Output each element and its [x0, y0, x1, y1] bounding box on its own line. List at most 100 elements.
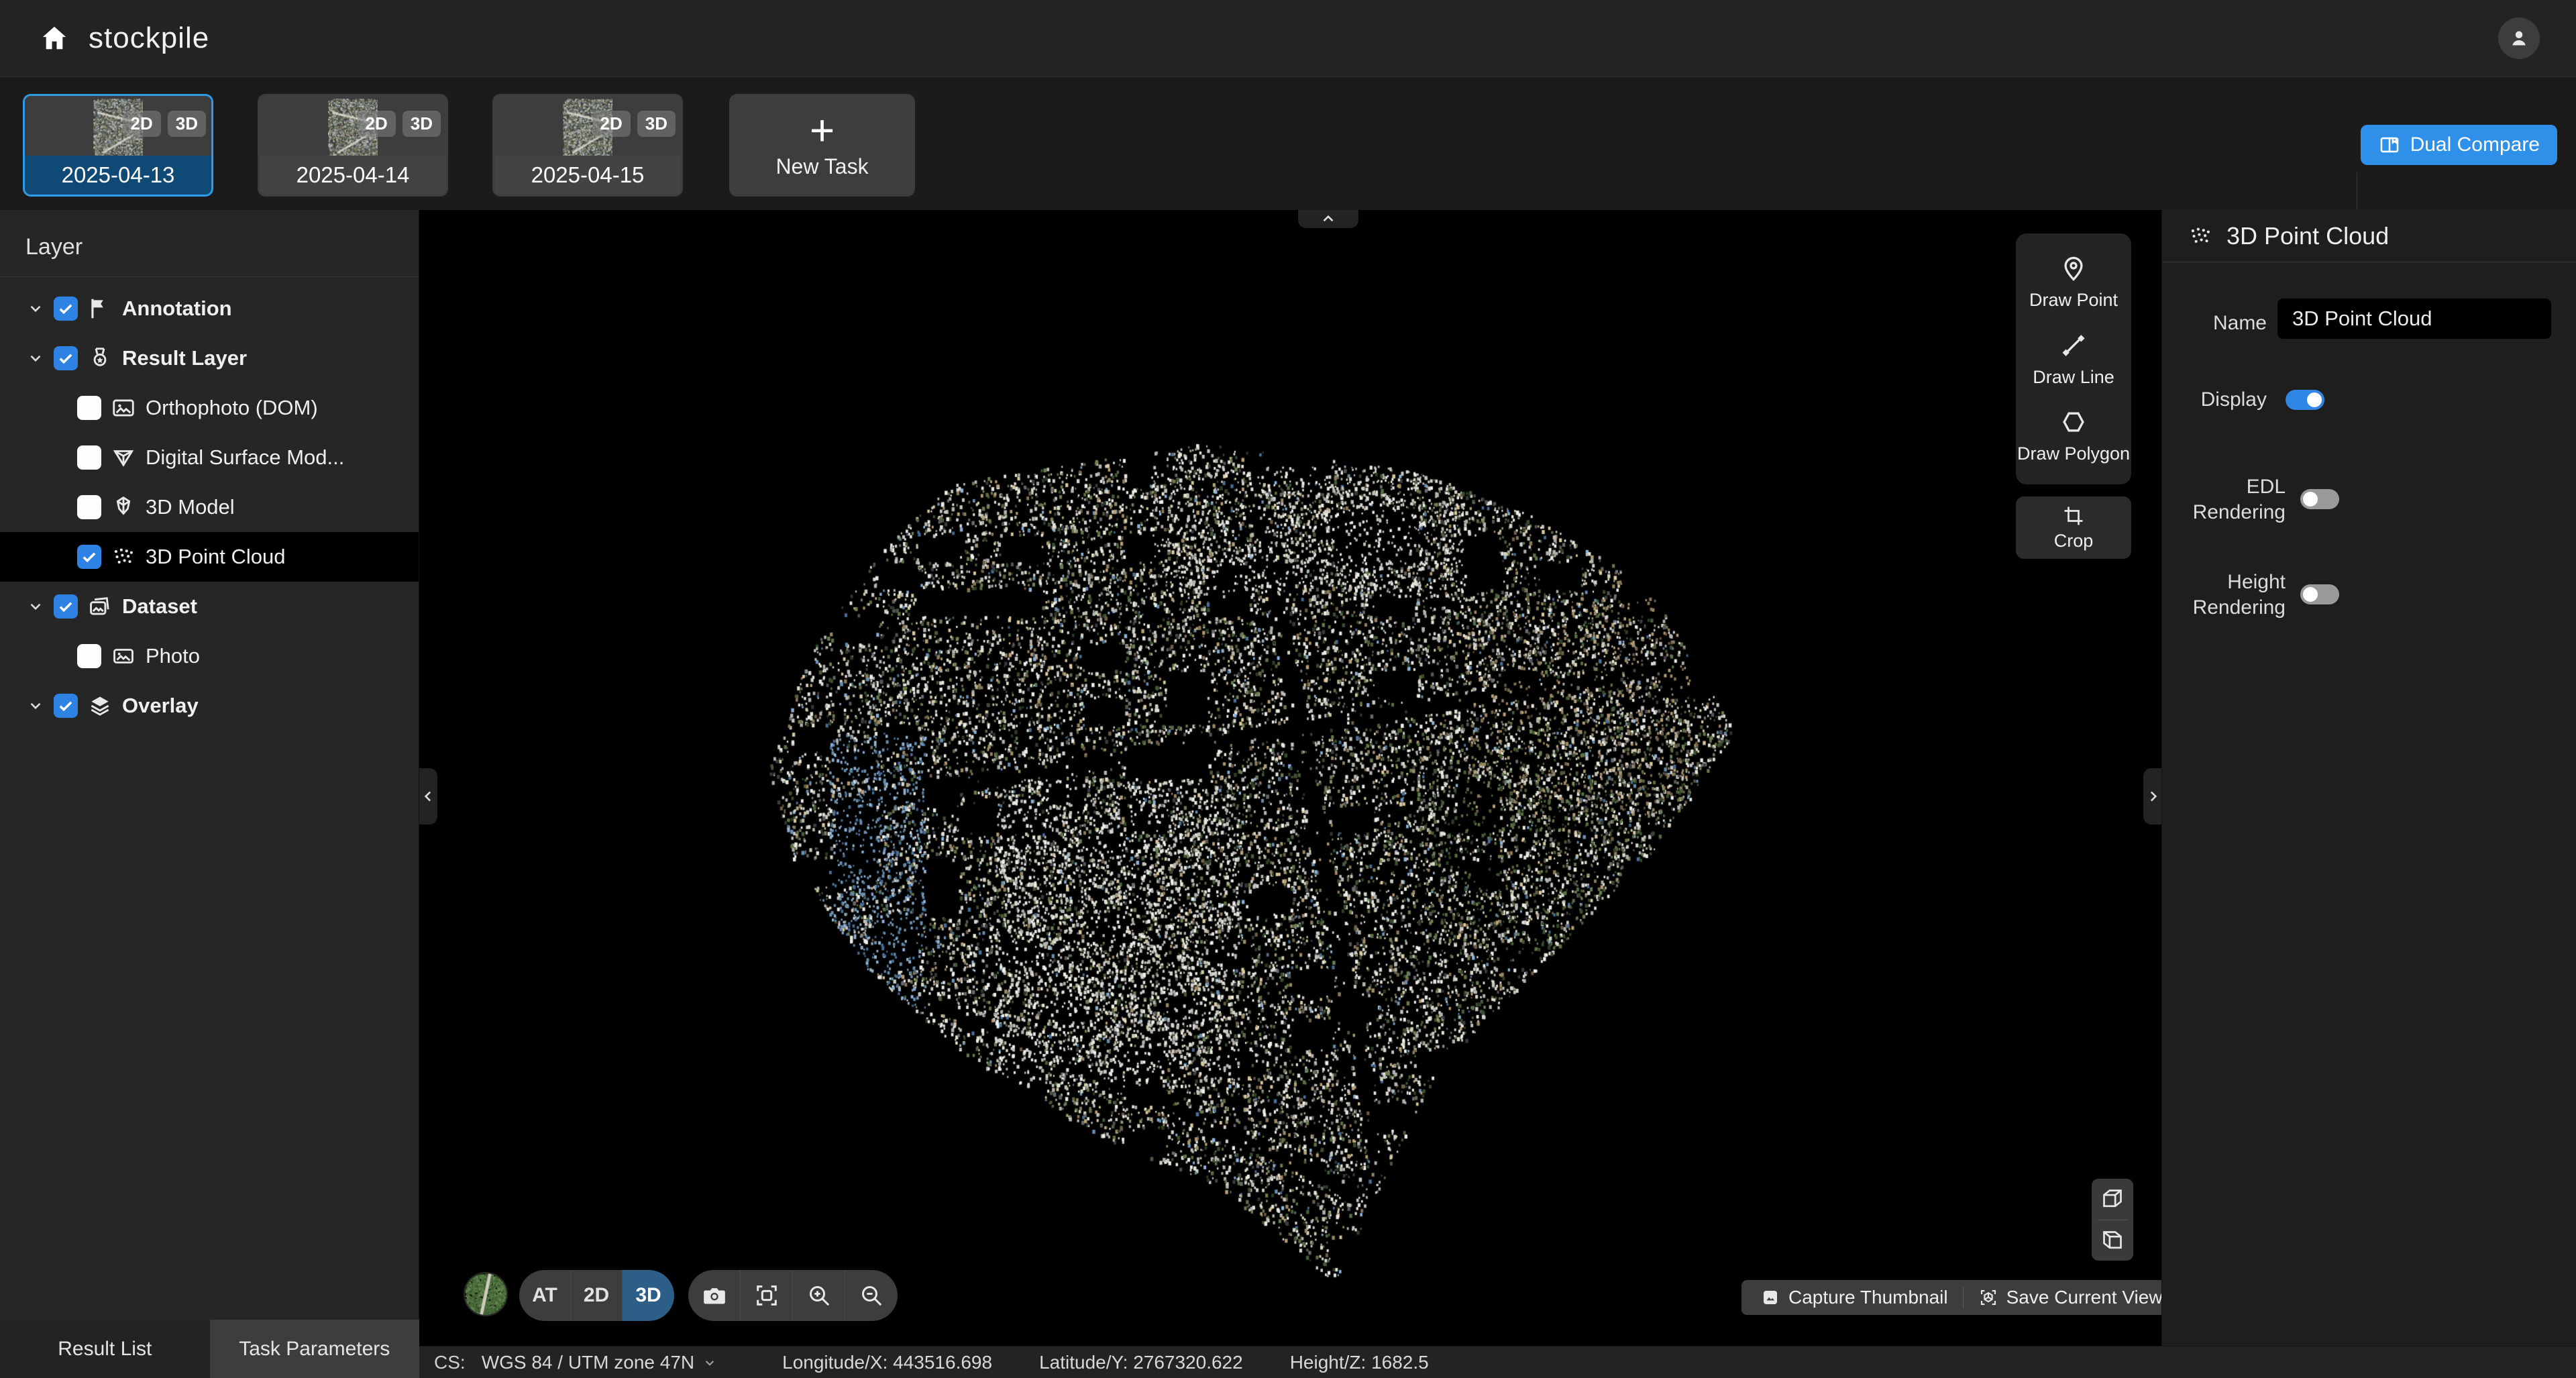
name-input[interactable]: [2277, 299, 2551, 339]
layer-checkbox[interactable]: [77, 396, 101, 420]
coordinate-system-select[interactable]: CS: WGS 84 / UTM zone 47N: [434, 1352, 718, 1373]
page-title: stockpile: [89, 21, 209, 55]
layer-checkbox[interactable]: [54, 297, 78, 321]
chevron-down-icon[interactable]: [27, 598, 44, 615]
point-cloud-icon: [2188, 223, 2213, 249]
pin-icon: [2059, 254, 2088, 283]
capture-thumbnail-button[interactable]: Capture Thumbnail: [1746, 1280, 1963, 1315]
layer-tree-item-result-layer[interactable]: Result Layer: [0, 333, 419, 383]
3d-badge[interactable]: 3D: [168, 111, 206, 137]
bottom-tabs: Result List Task Parameters: [0, 1320, 419, 1378]
dual-compare-label: Dual Compare: [2410, 134, 2540, 156]
layer-checkbox[interactable]: [54, 694, 78, 718]
display-toggle[interactable]: [2286, 390, 2324, 410]
layer-tree-item-dataset[interactable]: Dataset: [0, 582, 419, 631]
perspective-cube-icon[interactable]: [2099, 1185, 2126, 1212]
layer-checkbox[interactable]: [54, 594, 78, 619]
layer-label: Photo: [146, 644, 200, 668]
mode-2d-button[interactable]: 2D: [571, 1270, 623, 1321]
draw-tool-label: Draw Line: [2033, 367, 2114, 388]
layer-tree-item-annotation[interactable]: Annotation: [0, 284, 419, 333]
home-icon[interactable]: [39, 23, 70, 54]
layer-tree-item-3d-model[interactable]: 3D Model: [0, 482, 419, 532]
2d-badge[interactable]: 2D: [592, 111, 631, 137]
task-card[interactable]: 2D3D 2025-04-14: [258, 94, 448, 197]
tab-result-list[interactable]: Result List: [0, 1320, 210, 1378]
zoom-out-icon: [858, 1282, 885, 1309]
2d-badge[interactable]: 2D: [358, 111, 396, 137]
orthographic-cube-icon[interactable]: [2099, 1227, 2126, 1254]
task-date: 2025-04-15: [494, 156, 681, 195]
height-rendering-toggle[interactable]: [2300, 584, 2339, 604]
task-date: 2025-04-14: [260, 156, 446, 195]
draw-tools-panel: Draw Point Draw Line Draw Polygon: [2016, 233, 2131, 484]
3d-badge[interactable]: 3D: [637, 111, 676, 137]
task-card[interactable]: 2D3D 2025-04-15: [492, 94, 683, 197]
layer-label: Overlay: [122, 694, 199, 718]
dataset-icon: [87, 594, 113, 619]
task-bar: 2D3D2025-04-132D3D2025-04-142D3D2025-04-…: [0, 77, 2576, 210]
collapse-top-button[interactable]: [1298, 210, 1358, 228]
2d-badge[interactable]: 2D: [123, 111, 161, 137]
mode-at-button[interactable]: AT: [519, 1270, 571, 1321]
photo-icon: [111, 643, 136, 669]
draw-point-button[interactable]: Draw Point: [2029, 254, 2118, 311]
dual-compare-button[interactable]: Dual Compare: [2361, 125, 2557, 165]
view-cube-panel: [2092, 1179, 2133, 1261]
layer-checkbox[interactable]: [77, 495, 101, 519]
new-task-button[interactable]: + New Task: [729, 94, 915, 197]
view-mode-switch: AT2D3D: [519, 1270, 674, 1321]
draw-line-button[interactable]: Draw Line: [2033, 331, 2114, 388]
screenshot-button[interactable]: [688, 1270, 741, 1321]
layer-tree-item-orthophoto-dom[interactable]: Orthophoto (DOM): [0, 383, 419, 433]
chevron-down-icon[interactable]: [27, 350, 44, 367]
chevron-down-icon[interactable]: [27, 697, 44, 714]
mode-3d-button[interactable]: 3D: [623, 1270, 674, 1321]
fit-view-button[interactable]: [741, 1270, 793, 1321]
layer-tree-item-3d-point-cloud[interactable]: 3D Point Cloud: [0, 532, 419, 582]
task-date: 2025-04-13: [25, 156, 211, 195]
user-avatar[interactable]: [2498, 17, 2540, 59]
layer-checkbox[interactable]: [77, 445, 101, 470]
longitude-readout: Longitude/X: 443516.698: [782, 1352, 992, 1373]
edl-rendering-toggle[interactable]: [2300, 489, 2339, 509]
crop-button[interactable]: Crop: [2016, 496, 2131, 559]
medal-icon: [87, 346, 113, 371]
draw-tool-label: Draw Point: [2029, 290, 2118, 311]
tab-task-parameters[interactable]: Task Parameters: [210, 1320, 420, 1378]
layer-tree-item-digital-surface-mod[interactable]: Digital Surface Mod...: [0, 433, 419, 482]
minimap-thumbnail[interactable]: [464, 1272, 508, 1316]
layer-tree-item-photo[interactable]: Photo: [0, 631, 419, 681]
chevron-down-icon[interactable]: [27, 300, 44, 317]
toggle-knob: [2307, 392, 2322, 407]
task-card[interactable]: 2D 3D 2025-04-13: [23, 94, 213, 197]
3d-badge[interactable]: 3D: [402, 111, 441, 137]
layer-checkbox[interactable]: [54, 346, 78, 370]
app-header: stockpile: [0, 0, 2576, 77]
draw-polygon-button[interactable]: Draw Polygon: [2017, 407, 2130, 464]
viewer-toolbar: [688, 1270, 898, 1321]
layer-checkbox[interactable]: [77, 644, 101, 668]
chevron-left-icon: [420, 788, 437, 805]
status-bar: CS: WGS 84 / UTM zone 47N Longitude/X: 4…: [419, 1346, 2576, 1378]
view-actions-bar: Capture Thumbnail Save Current View: [1741, 1280, 2161, 1315]
zoom-in-button[interactable]: [793, 1270, 845, 1321]
collapse-left-button[interactable]: [419, 768, 437, 825]
task-card-list: 2D3D2025-04-132D3D2025-04-142D3D2025-04-…: [23, 94, 683, 197]
viewport-canvas[interactable]: [419, 210, 2161, 1346]
task-badges: 2D 3D: [123, 111, 207, 137]
draw-tool-label: Draw Polygon: [2017, 443, 2130, 464]
task-badges: 2D3D: [358, 111, 441, 137]
layer-label: Dataset: [122, 594, 197, 619]
zoom-out-button[interactable]: [845, 1270, 898, 1321]
line-icon: [2059, 331, 2088, 360]
layer-checkbox[interactable]: [77, 545, 101, 569]
capture-thumbnail-label: Capture Thumbnail: [1788, 1287, 1948, 1308]
chevron-down-icon: [701, 1354, 718, 1371]
layers-icon: [87, 693, 113, 719]
toggle-knob: [2303, 492, 2318, 507]
layer-tree-item-overlay[interactable]: Overlay: [0, 681, 419, 731]
chevron-up-icon: [1320, 211, 1337, 228]
collapse-right-button[interactable]: [2143, 768, 2161, 825]
save-current-view-button[interactable]: Save Current View: [1964, 1280, 2161, 1315]
